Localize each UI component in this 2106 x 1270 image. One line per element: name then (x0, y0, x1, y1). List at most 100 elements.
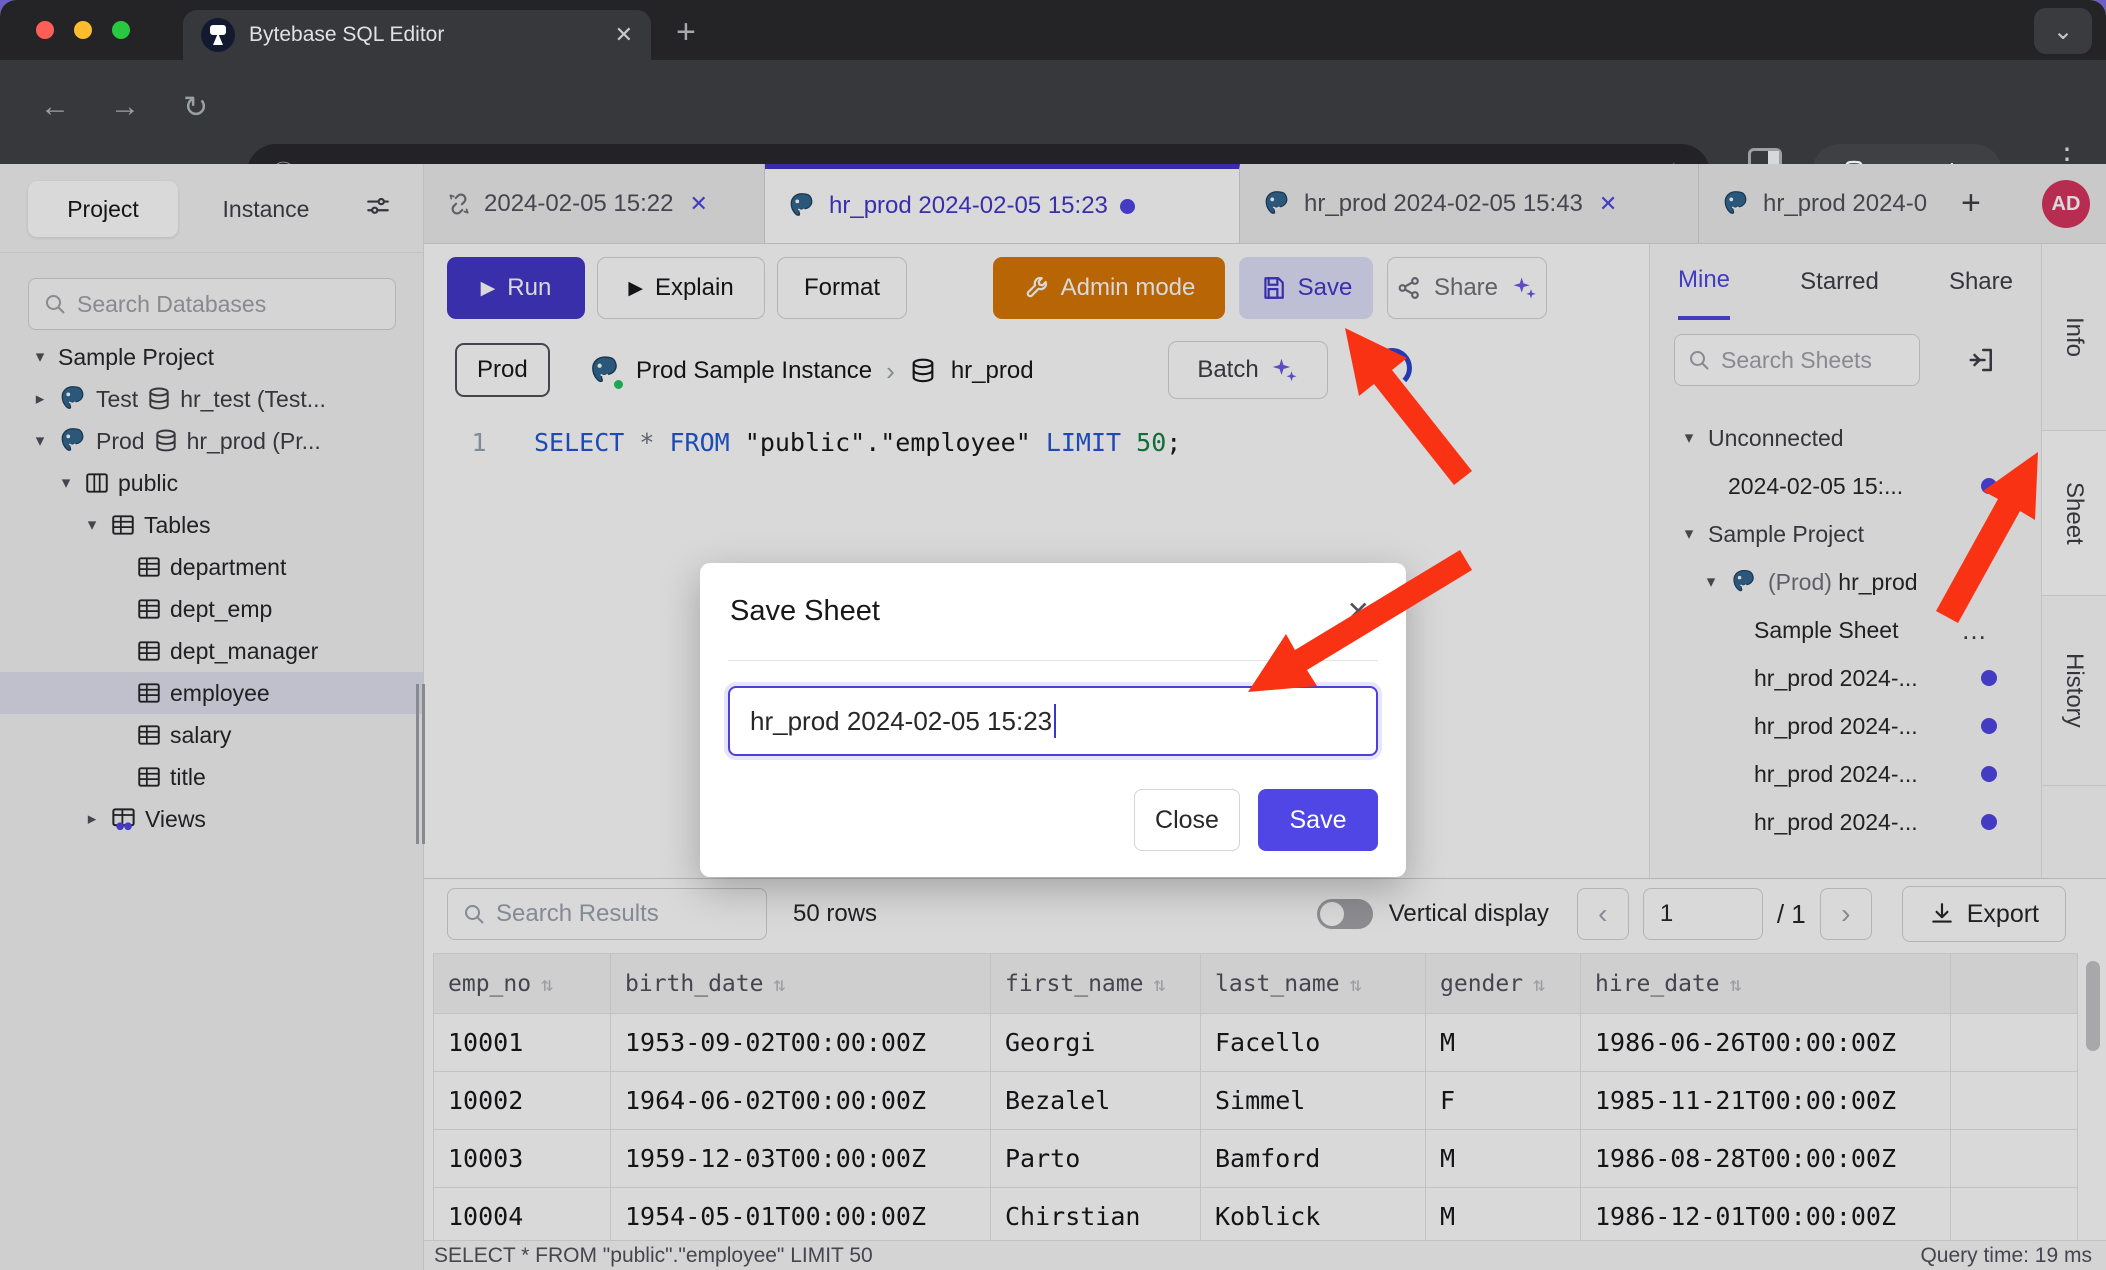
tree-item-schema-public[interactable]: ▾ public (0, 462, 423, 504)
admin-mode-button[interactable]: Admin mode (993, 257, 1225, 319)
more-actions-icon[interactable]: … (1961, 615, 1989, 646)
sort-icon[interactable]: ⇅ (541, 972, 553, 996)
save-sheet-button[interactable]: Save (1239, 257, 1373, 319)
tab-sheet[interactable]: Sheet (2042, 430, 2106, 596)
column-header[interactable]: first_name⇅ (991, 954, 1201, 1014)
sheet-tab-1[interactable]: 2024-02-05 15:22 ✕ (424, 164, 765, 243)
tree-item-project[interactable]: ▾ Sample Project (0, 336, 423, 378)
sort-icon[interactable]: ⇅ (773, 972, 785, 996)
browser-window: Bytebase SQL Editor ✕ + ⌄ ← → ↻ ⓘ localh… (0, 0, 2106, 1270)
maximize-window-button[interactable] (112, 21, 130, 39)
tab-project[interactable]: Project (28, 181, 178, 237)
filter-sliders-icon[interactable] (363, 194, 393, 220)
search-databases-input[interactable]: Search Databases (28, 278, 396, 330)
minimize-window-button[interactable] (74, 21, 92, 39)
sheet-group-unconnected[interactable]: ▾ Unconnected (1650, 414, 2041, 462)
sort-icon[interactable]: ⇅ (1350, 972, 1362, 996)
search-sheets-input[interactable]: Search Sheets (1674, 334, 1920, 386)
tree-item-prod-db[interactable]: ▾ Prod hr_prod (Pr... (0, 420, 423, 462)
save-button[interactable]: Save (1258, 789, 1378, 851)
caret-down-icon[interactable]: ▾ (30, 431, 50, 451)
sidebar-resize-handle[interactable] (416, 684, 426, 844)
share-button[interactable]: Share (1387, 257, 1547, 319)
tab-info[interactable]: Info (2042, 244, 2106, 430)
tree-item-table[interactable]: dept_emp (0, 588, 423, 630)
back-icon[interactable]: ← (40, 90, 70, 124)
run-button[interactable]: ▶ Run (447, 257, 585, 319)
tab-instance[interactable]: Instance (196, 181, 336, 237)
page-number-input[interactable]: 1 (1643, 888, 1763, 940)
caret-down-icon[interactable]: ▾ (1702, 572, 1720, 592)
tree-group-tables[interactable]: ▾ Tables (0, 504, 423, 546)
new-sheet-tab-button[interactable]: + (1941, 164, 2001, 243)
sheet-item-sample[interactable]: Sample Sheet … (1650, 606, 2041, 654)
database-name[interactable]: hr_prod (951, 357, 1034, 385)
search-results-input[interactable]: Search Results (447, 888, 767, 940)
browser-tab[interactable]: Bytebase SQL Editor ✕ (183, 10, 651, 60)
tree-item-table[interactable]: salary (0, 714, 423, 756)
sheet-name-input[interactable]: hr_prod 2024-02-05 15:23 (728, 686, 1378, 756)
column-header[interactable]: gender⇅ (1426, 954, 1581, 1014)
explain-button[interactable]: ▶ Explain (597, 257, 765, 319)
table-row[interactable]: 100031959-12-03T00:00:00ZPartoBamfordM19… (434, 1130, 2078, 1188)
sort-icon[interactable]: ⇅ (1533, 972, 1545, 996)
close-window-button[interactable] (36, 21, 54, 39)
sheet-item[interactable]: hr_prod 2024-... (1650, 702, 2041, 750)
sheet-item[interactable]: hr_prod 2024-... (1650, 750, 2041, 798)
sheet-group-project[interactable]: ▾ Sample Project (1650, 510, 2041, 558)
caret-down-icon[interactable]: ▾ (56, 473, 76, 493)
tab-search-chevron-button[interactable]: ⌄ (2034, 8, 2092, 54)
caret-down-icon[interactable]: ▾ (1680, 428, 1698, 448)
column-header[interactable]: last_name⇅ (1201, 954, 1426, 1014)
next-page-button[interactable]: › (1820, 888, 1872, 940)
sheet-connection[interactable]: ▾ (Prod) hr_prod (1650, 558, 2041, 606)
column-header[interactable]: emp_no⇅ (434, 954, 611, 1014)
instance-name[interactable]: Prod Sample Instance (636, 357, 872, 385)
tab-starred[interactable]: Starred (1800, 268, 1879, 296)
sheet-tab-3[interactable]: hr_prod 2024-02-05 15:43 ✕ (1240, 164, 1699, 243)
close-sheet-tab-icon[interactable]: ✕ (690, 191, 708, 217)
caret-down-icon[interactable]: ▾ (30, 347, 50, 367)
tree-item-test-db[interactable]: ▸ Test hr_test (Test... (0, 378, 423, 420)
caret-down-icon[interactable]: ▾ (1680, 524, 1698, 544)
close-button[interactable]: Close (1134, 789, 1240, 851)
forward-icon[interactable]: → (110, 90, 140, 124)
close-tab-icon[interactable]: ✕ (615, 22, 633, 48)
sort-icon[interactable]: ⇅ (1730, 972, 1742, 996)
import-sheet-icon[interactable] (1967, 344, 1997, 376)
table-row[interactable]: 100011953-09-02T00:00:00ZGeorgiFacelloM1… (434, 1014, 2078, 1072)
environment-chip[interactable]: Prod (455, 343, 550, 397)
batch-button[interactable]: Batch (1168, 341, 1328, 399)
sort-icon[interactable]: ⇅ (1153, 972, 1165, 996)
avatar[interactable]: AD (2042, 180, 2090, 228)
caret-right-icon[interactable]: ▸ (82, 809, 102, 829)
sheet-tab-4[interactable]: hr_prod 2024-0 (1699, 164, 1941, 243)
tab-history[interactable]: History (2042, 596, 2106, 786)
sheet-tab-2-active[interactable]: hr_prod 2024-02-05 15:23 (765, 164, 1240, 243)
table-scrollbar[interactable] (2086, 961, 2100, 1051)
tree-group-views[interactable]: ▸ Views (0, 798, 423, 840)
tree-item-table[interactable]: dept_manager (0, 630, 423, 672)
format-button[interactable]: Format (777, 257, 907, 319)
column-header[interactable]: birth_date⇅ (611, 954, 991, 1014)
table-row[interactable]: 100041954-05-01T00:00:00ZChirstianKoblic… (434, 1188, 2078, 1240)
sheet-item[interactable]: 2024-02-05 15:... (1650, 462, 2041, 510)
close-dialog-icon[interactable]: ✕ (1347, 595, 1370, 628)
export-button[interactable]: Export (1902, 886, 2066, 942)
tab-mine[interactable]: Mine (1678, 244, 1730, 320)
prev-page-button[interactable]: ‹ (1577, 888, 1629, 940)
tree-item-table-employee[interactable]: employee (0, 672, 423, 714)
sheet-item[interactable]: hr_prod 2024-... (1650, 654, 2041, 702)
caret-right-icon[interactable]: ▸ (30, 389, 50, 409)
sheet-item[interactable]: hr_prod 2024-... (1650, 798, 2041, 846)
close-sheet-tab-icon[interactable]: ✕ (1599, 191, 1617, 217)
table-row[interactable]: 100021964-06-02T00:00:00ZBezalelSimmelF1… (434, 1072, 2078, 1130)
tree-item-table[interactable]: title (0, 756, 423, 798)
tab-share[interactable]: Share (1949, 268, 2013, 296)
tree-item-table[interactable]: department (0, 546, 423, 588)
reload-icon[interactable]: ↻ (183, 90, 208, 125)
caret-down-icon[interactable]: ▾ (82, 515, 102, 535)
vertical-display-toggle[interactable] (1317, 899, 1373, 929)
column-header[interactable]: hire_date⇅ (1581, 954, 1951, 1014)
new-tab-button[interactable]: + (676, 13, 696, 52)
